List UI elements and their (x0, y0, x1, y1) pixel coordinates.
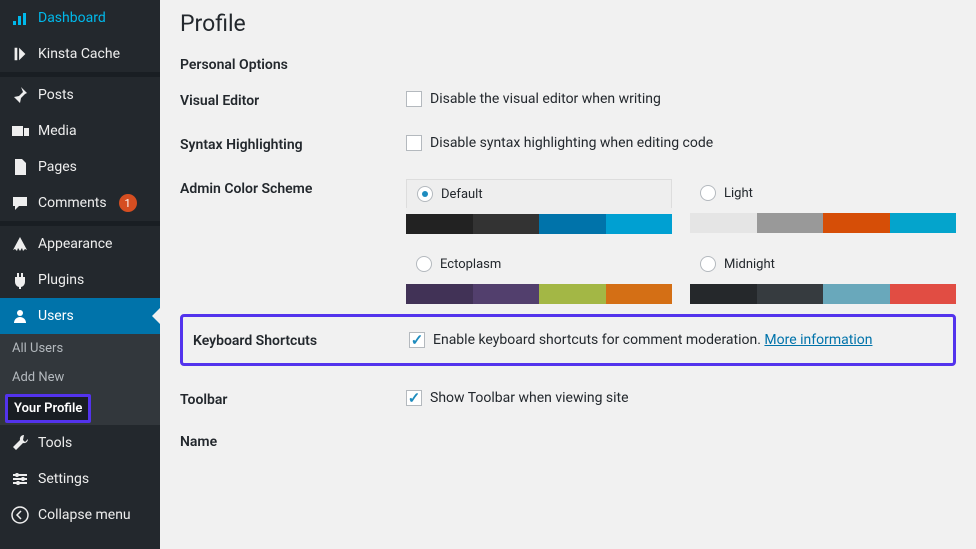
sidebar-label: Pages (38, 159, 77, 175)
comment-icon (10, 193, 30, 213)
checkbox-label: Disable the visual editor when writing (430, 91, 661, 107)
sidebar-label: Media (38, 123, 77, 139)
swatch (890, 284, 957, 304)
settings-icon (10, 469, 30, 489)
swatch (690, 213, 757, 233)
checkbox-label: Show Toolbar when viewing site (430, 390, 629, 406)
sidebar-label: Users (38, 308, 74, 324)
scheme-light[interactable]: Light (690, 179, 956, 234)
media-icon (10, 121, 30, 141)
sidebar-label: Settings (38, 471, 89, 487)
comments-badge: 1 (119, 194, 137, 212)
scheme-radio[interactable] (700, 256, 716, 272)
appearance-icon (10, 234, 30, 254)
sidebar-item-settings[interactable]: Settings (0, 461, 160, 497)
keyboard-shortcuts-highlight: Keyboard Shortcuts Enable keyboard short… (180, 314, 956, 366)
swatch (757, 284, 824, 304)
sidebar-label: Collapse menu (38, 507, 131, 523)
row-label: Syntax Highlighting (180, 135, 406, 153)
pin-icon (10, 85, 30, 105)
row-visual-editor: Visual Editor Disable the visual editor … (180, 91, 956, 109)
scheme-label: Midnight (724, 257, 775, 272)
sidebar-label: Tools (38, 435, 72, 451)
sidebar-item-comments[interactable]: Comments 1 (0, 185, 160, 221)
scheme-midnight[interactable]: Midnight (690, 250, 956, 304)
scheme-label: Light (724, 186, 753, 201)
sidebar-item-kinsta[interactable]: Kinsta Cache (0, 36, 160, 72)
tools-icon (10, 433, 30, 453)
sidebar-item-plugins[interactable]: Plugins (0, 262, 160, 298)
checkbox-label: Disable syntax highlighting when editing… (430, 135, 713, 151)
sidebar-item-users[interactable]: Users (0, 298, 160, 334)
swatch (823, 213, 890, 233)
personal-options-heading: Personal Options (180, 57, 956, 73)
scheme-label: Ectoplasm (440, 257, 501, 272)
toolbar-checkbox[interactable] (406, 390, 422, 406)
visual-editor-checkbox[interactable] (406, 91, 422, 107)
swatch (539, 284, 606, 304)
swatch (406, 214, 473, 234)
row-toolbar: Toolbar Show Toolbar when viewing site (180, 390, 956, 408)
scheme-ectoplasm[interactable]: Ectoplasm (406, 250, 672, 304)
admin-sidebar: Dashboard Kinsta Cache Posts Media Pages… (0, 0, 160, 549)
dashboard-icon (10, 8, 30, 28)
checkbox-label: Enable keyboard shortcuts for comment mo… (433, 332, 872, 348)
submenu-add-new[interactable]: Add New (0, 363, 160, 392)
sidebar-item-posts[interactable]: Posts (0, 77, 160, 113)
swatch (539, 214, 606, 234)
keyboard-checkbox[interactable] (409, 332, 425, 348)
swatch (606, 214, 673, 234)
submenu-your-profile[interactable]: Your Profile (5, 394, 91, 423)
sidebar-label: Plugins (38, 272, 84, 288)
more-info-link[interactable]: More information (764, 332, 872, 348)
row-color-scheme: Admin Color Scheme Default Light (180, 179, 956, 304)
scheme-swatches (406, 214, 672, 234)
swatch (406, 284, 473, 304)
row-label: Visual Editor (180, 91, 406, 109)
sidebar-label: Dashboard (38, 10, 106, 26)
name-heading: Name (180, 434, 956, 450)
row-syntax: Syntax Highlighting Disable syntax highl… (180, 135, 956, 153)
swatch (690, 284, 757, 304)
sidebar-item-collapse[interactable]: Collapse menu (0, 497, 160, 533)
pages-icon (10, 157, 30, 177)
swatch (823, 284, 890, 304)
row-label: Admin Color Scheme (180, 179, 406, 197)
syntax-checkbox[interactable] (406, 135, 422, 151)
sidebar-item-media[interactable]: Media (0, 113, 160, 149)
users-submenu: All Users Add New Your Profile (0, 334, 160, 425)
kinsta-icon (10, 44, 30, 64)
scheme-radio[interactable] (417, 186, 433, 202)
page-title: Profile (180, 10, 956, 37)
scheme-radio[interactable] (700, 185, 716, 201)
scheme-swatches (406, 284, 672, 304)
main-content: Profile Personal Options Visual Editor D… (160, 0, 976, 549)
sidebar-label: Kinsta Cache (38, 46, 120, 62)
submenu-all-users[interactable]: All Users (0, 334, 160, 363)
sidebar-item-tools[interactable]: Tools (0, 425, 160, 461)
swatch (757, 213, 824, 233)
sidebar-item-pages[interactable]: Pages (0, 149, 160, 185)
sidebar-label: Comments (38, 195, 107, 211)
plugin-icon (10, 270, 30, 290)
row-label: Toolbar (180, 390, 406, 408)
scheme-swatches (690, 213, 956, 233)
scheme-radio[interactable] (416, 256, 432, 272)
swatch (473, 214, 540, 234)
sidebar-item-dashboard[interactable]: Dashboard (0, 0, 160, 36)
users-icon (10, 306, 30, 326)
swatch (606, 284, 673, 304)
scheme-default[interactable]: Default (406, 179, 672, 234)
swatch (473, 284, 540, 304)
row-label: Keyboard Shortcuts (193, 331, 409, 349)
scheme-label: Default (441, 187, 483, 202)
collapse-icon (10, 505, 30, 525)
sidebar-label: Posts (38, 87, 74, 103)
sidebar-item-appearance[interactable]: Appearance (0, 226, 160, 262)
scheme-swatches (690, 284, 956, 304)
sidebar-label: Appearance (38, 236, 112, 252)
swatch (890, 213, 957, 233)
